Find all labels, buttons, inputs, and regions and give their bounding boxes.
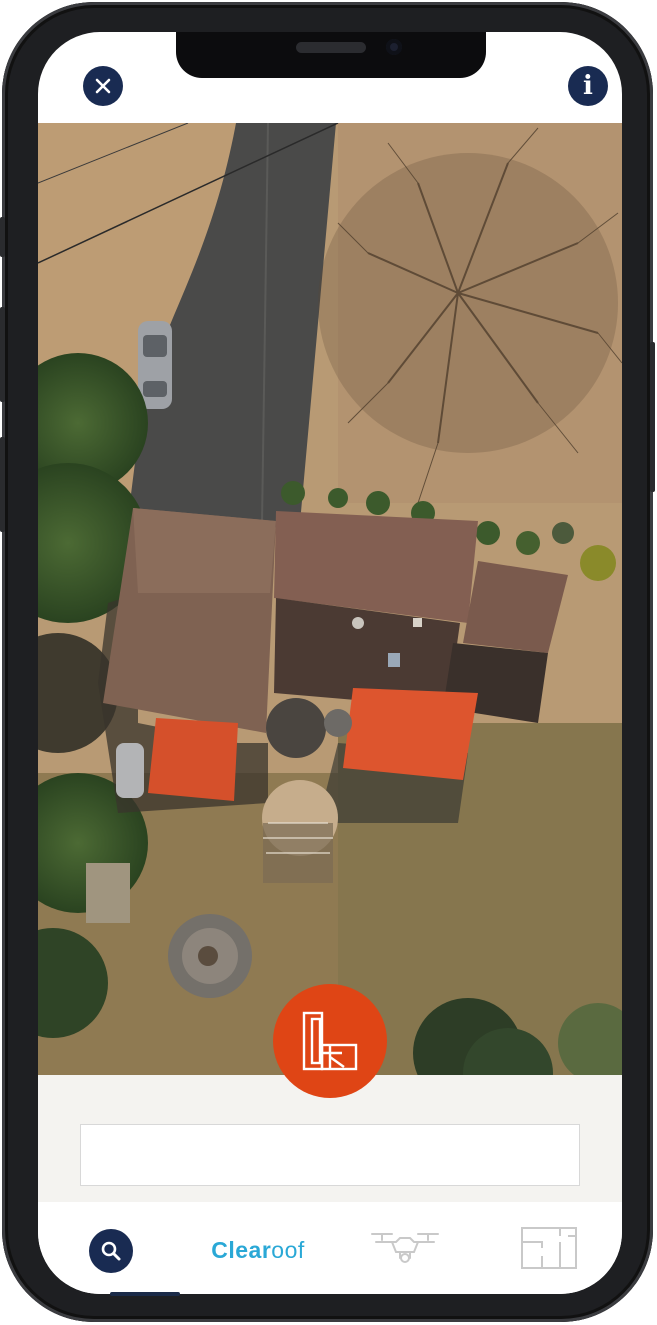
- clearoof-wordmark: Clear oof: [198, 1232, 318, 1268]
- phone-frame: i Clear oof: [0, 2, 655, 1322]
- drone-tab-button[interactable]: [370, 1228, 440, 1268]
- floorplan-icon: [521, 1227, 577, 1269]
- clearoof-logo-icon: [302, 1011, 358, 1071]
- address-search-input[interactable]: [80, 1124, 580, 1186]
- brand-bold-text: Clear: [211, 1236, 272, 1263]
- search-icon: [101, 1241, 121, 1261]
- brand-light-text: oof: [271, 1236, 305, 1263]
- close-button[interactable]: [83, 66, 123, 106]
- search-tab-button[interactable]: [89, 1229, 133, 1273]
- drone-icon: [371, 1233, 439, 1263]
- floorplan-tab-button[interactable]: [520, 1226, 578, 1270]
- aerial-image: [38, 123, 622, 1075]
- aerial-map[interactable]: [38, 123, 622, 1075]
- mute-switch: [0, 217, 5, 257]
- phone-screen: i Clear oof: [38, 32, 622, 1294]
- close-icon: [95, 78, 111, 94]
- earpiece-speaker: [296, 42, 366, 53]
- clearoof-logo-button[interactable]: [273, 984, 387, 1098]
- info-button[interactable]: i: [568, 66, 608, 106]
- info-icon: i: [583, 71, 593, 101]
- power-button: [650, 342, 655, 492]
- volume-down-button: [0, 437, 5, 532]
- notch: [176, 32, 486, 78]
- front-camera: [386, 39, 402, 55]
- home-indicator: [110, 1292, 180, 1296]
- volume-up-button: [0, 307, 5, 402]
- bottom-navigation: Clear oof: [38, 1202, 622, 1294]
